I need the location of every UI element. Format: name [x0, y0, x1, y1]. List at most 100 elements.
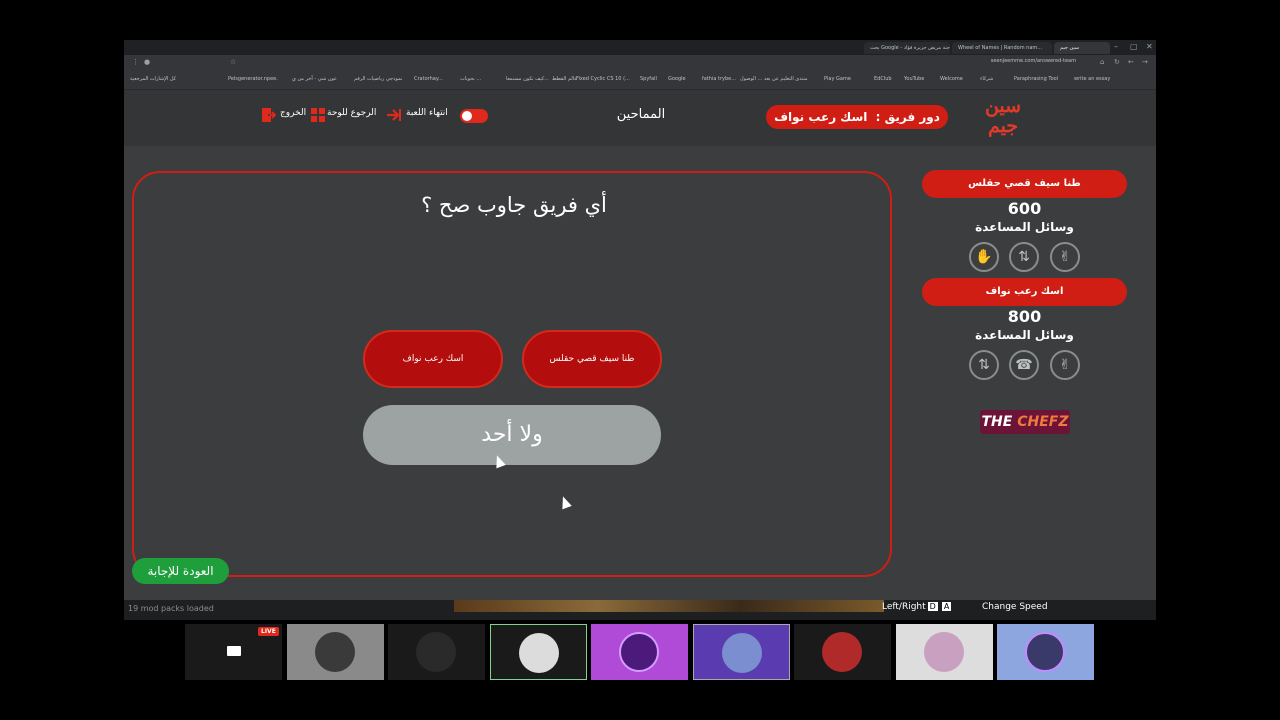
back-to-answer-button[interactable]: العودة للإجابة — [132, 558, 229, 584]
avatar — [315, 632, 355, 672]
participant-tile[interactable] — [896, 624, 993, 680]
avatar — [924, 632, 964, 672]
bookmark-item[interactable]: عون شي - آخر من ي — [292, 76, 337, 82]
bookmark-item[interactable]: Fixed Cyclic CS 10 (... — [576, 76, 630, 82]
bookmark-item[interactable]: EdClub — [874, 76, 892, 82]
tab-google-search[interactable]: بحث Google - شاحنة مريض جزيرة فؤاد — [864, 42, 950, 54]
back-arrow-icon[interactable]: → — [1142, 58, 1148, 66]
bookmarks-bar: كل الإشارات المرجعية Pelsgenerator.npee.… — [124, 70, 1156, 90]
phone-icon[interactable]: ☎ — [1009, 350, 1039, 380]
left-right-text: Left/Right — [882, 602, 926, 612]
arrow-right-icon[interactable] — [386, 107, 402, 123]
team-answer-button[interactable]: طنا سيف قصي حقلس — [522, 330, 662, 388]
tab-bar: ✕ ▢ – Wheel of Names | Random nam... بحث… — [124, 40, 1156, 55]
key-a: A — [941, 602, 952, 611]
browser-window: ✕ ▢ – Wheel of Names | Random nam... بحث… — [124, 40, 1156, 620]
star-icon[interactable]: ☆ — [230, 58, 236, 66]
home-icon[interactable]: ⌂ — [1100, 58, 1104, 66]
team-turn-indicator: دور فريق : اسك رعب نواف — [766, 105, 948, 129]
sponsor-logo: THE CHEFZ — [980, 410, 1070, 434]
helpers-label: وسائل المساعدة — [975, 220, 1074, 234]
bookmark-item[interactable]: بحوبات ... — [460, 76, 481, 82]
avatar — [1025, 632, 1065, 672]
participant-tile[interactable] — [591, 624, 688, 680]
two-fingers-icon[interactable]: ✌ — [1050, 350, 1080, 380]
forward-arrow-icon[interactable]: ← — [1128, 58, 1134, 66]
swap-icon[interactable]: ⇅ — [1009, 242, 1039, 272]
sponsor-text: THE — [981, 414, 1018, 430]
avatar — [519, 633, 559, 673]
left-right-label: Left/Right D A — [882, 602, 953, 612]
sponsor-text-highlight: CHEFZ — [1017, 414, 1069, 430]
live-badge: LIVE — [258, 627, 279, 636]
game-header: سين جيم دور فريق : اسك رعب نواف المماحين… — [124, 90, 1156, 146]
tab-seen-jeem[interactable]: سين جيم — [1054, 42, 1110, 54]
participant-tile[interactable] — [794, 624, 891, 680]
team-score: 800 — [1007, 307, 1042, 326]
participant-tile[interactable] — [997, 624, 1094, 680]
stream-overlay-strip: 19 mod packs loaded Left/Right D A Change … — [124, 600, 1156, 620]
bookmark-item[interactable]: شركاء — [980, 76, 993, 82]
participant-tile[interactable] — [287, 624, 384, 680]
address-bar: → ← ↻ ⌂ seenjeemme.com/answered-team ⋮ ●… — [124, 55, 1156, 70]
team-answer-button[interactable]: اسك رعب نواف — [363, 330, 503, 388]
seen-jeem-logo[interactable]: سين جيم — [982, 96, 1024, 140]
team-name-badge: اسك رعب نواف — [922, 278, 1127, 306]
tab-wheel-of-names[interactable]: Wheel of Names | Random nam... — [952, 42, 1052, 54]
participant-strip: LIVE — [185, 624, 1097, 680]
reload-icon[interactable]: ↻ — [1114, 58, 1120, 66]
menu-icon[interactable]: ⋮ — [132, 58, 139, 66]
screen-share-icon — [227, 646, 241, 656]
participant-tile[interactable] — [490, 624, 587, 680]
key-d: D — [927, 602, 938, 611]
bookmark-item[interactable]: الوصول ... — [740, 76, 762, 82]
hand-icon[interactable]: ✋ — [969, 242, 999, 272]
header-title: المماحين — [616, 107, 666, 122]
change-speed-label: Change Speed — [982, 602, 1048, 612]
team-name-badge: طنا سيف قصي حقلس — [922, 170, 1127, 198]
nobody-button[interactable]: ولا أحد — [363, 405, 661, 465]
turn-team-name: اسك رعب نواف — [774, 110, 868, 124]
bookmark-item[interactable]: Play Game — [824, 76, 851, 82]
bookmark-all[interactable]: كل الإشارات المرجعية — [130, 76, 176, 82]
avatar — [822, 632, 862, 672]
bookmark-item[interactable]: Welcome — [940, 76, 963, 82]
bookmark-item[interactable]: Pelsgenerator.npee. — [228, 76, 278, 82]
bookmark-item[interactable]: Cratorhay... — [414, 76, 443, 82]
question-panel: أي فريق جاوب صح ؟ اسك رعب نواف طنا سيف ق… — [132, 171, 892, 577]
bookmark-item[interactable]: fathia trybe... — [702, 76, 736, 82]
bookmark-item[interactable]: كيف تكون مستمعا... — [506, 76, 549, 82]
team-score: 600 — [1007, 199, 1042, 218]
two-fingers-icon[interactable]: ✌ — [1050, 242, 1080, 272]
close-window-icon[interactable]: ✕ — [1146, 42, 1153, 51]
participant-tile[interactable]: LIVE — [185, 624, 282, 680]
bookmark-item[interactable]: نموذجي رياضيات الرقم — [354, 76, 402, 82]
bookmark-item[interactable]: Paraphrasing Tool — [1014, 76, 1058, 82]
profile-icon[interactable]: ● — [144, 58, 150, 66]
end-game-toggle[interactable] — [460, 109, 488, 123]
participant-tile[interactable] — [693, 624, 790, 680]
stream-banner-image — [454, 600, 884, 612]
end-game-label[interactable]: انتهاء اللعبة — [406, 108, 448, 118]
bookmark-item[interactable]: عالم القطط — [552, 76, 577, 82]
bookmark-item[interactable]: منتدى التعليم عن بعد — [764, 76, 808, 82]
mods-loaded-text: 19 mod packs loaded — [128, 604, 214, 613]
bookmark-item[interactable]: Spyfall — [640, 76, 657, 82]
toggle-knob — [462, 111, 472, 121]
bookmark-item[interactable]: YouTube — [904, 76, 924, 82]
exit-door-icon[interactable] — [260, 107, 276, 123]
minimize-window-icon[interactable]: – — [1114, 42, 1118, 51]
maximize-window-icon[interactable]: ▢ — [1130, 42, 1138, 51]
participant-tile[interactable] — [388, 624, 485, 680]
bookmark-item[interactable]: Google — [668, 76, 686, 82]
bookmark-item[interactable]: write an essay — [1074, 76, 1110, 82]
exit-label[interactable]: الخروج — [280, 108, 306, 118]
swap-icon[interactable]: ⇅ — [969, 350, 999, 380]
url-text[interactable]: seenjeemme.com/answered-team — [991, 58, 1076, 64]
avatar — [722, 633, 762, 673]
grid-icon[interactable] — [310, 107, 326, 123]
back-to-board-label[interactable]: الرجوع للوحة — [327, 108, 376, 118]
avatar — [416, 632, 456, 672]
avatar — [619, 632, 659, 672]
helpers-label: وسائل المساعدة — [975, 328, 1074, 342]
